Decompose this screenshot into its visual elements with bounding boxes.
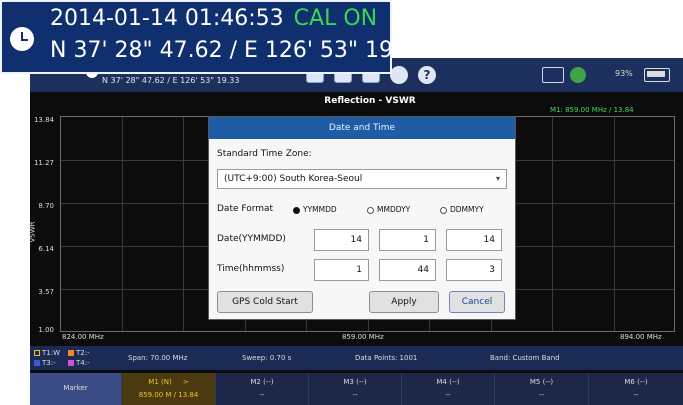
trace-t3-label: T3:- xyxy=(42,359,56,367)
format-yymmdd-label: YYMMDD xyxy=(303,205,337,214)
m4-softkey[interactable]: M4 (--) -- xyxy=(402,373,495,405)
m4-softkey-label: M4 (--) xyxy=(436,378,460,386)
y-tick-label: 11.27 xyxy=(33,159,54,167)
band-readout: Band: Custom Band xyxy=(490,354,560,362)
trace-t2-swatch xyxy=(68,350,74,356)
m1-arrow-icon: > xyxy=(182,378,189,386)
softkey-bar: Marker M1 (N) > 859.00 M / 13.84 M2 (--)… xyxy=(30,373,683,405)
x-tick-label: 894.00 MHz xyxy=(620,333,662,341)
trace-t4[interactable]: T4:- xyxy=(68,359,90,367)
m1-softkey-value: 859.00 M / 13.84 xyxy=(138,391,199,399)
trace-t1-swatch xyxy=(34,350,40,356)
sweep-readout: Sweep: 0.70 s xyxy=(242,354,292,362)
timezone-label: Standard Time Zone: xyxy=(217,149,312,159)
date-time-dialog: Date and Time Standard Time Zone: (UTC+9… xyxy=(208,116,516,320)
trace-t2-label: T2:- xyxy=(76,349,90,357)
date-format-label: Date Format xyxy=(217,204,274,214)
marker-readout: M1: 859.00 MHz / 13.84 xyxy=(550,106,634,114)
datetime-line: 2014-01-14 01:46:53 CAL ON xyxy=(50,6,377,31)
format-mmddyy-label: MMDDYY xyxy=(377,205,411,214)
cancel-button[interactable]: Cancel xyxy=(449,291,505,313)
grid-line xyxy=(183,117,184,331)
m5-softkey-label: M5 (--) xyxy=(529,378,554,386)
m6-softkey-label: M6 (--) xyxy=(624,378,648,386)
cal-status: CAL ON xyxy=(293,6,378,31)
y-tick-label: 1.00 xyxy=(38,326,54,334)
network-icon xyxy=(542,67,564,83)
m3-softkey-label: M3 (--) xyxy=(343,378,367,386)
data-points-readout: Data Points: 1001 xyxy=(355,354,418,362)
format-radio-mmddyy[interactable]: MMDDYY xyxy=(367,205,410,214)
timezone-select[interactable]: (UTC+9:00) South Korea-Seoul ▾ xyxy=(217,169,507,189)
timezone-value: (UTC+9:00) South Korea-Seoul xyxy=(224,174,363,184)
y-tick-label: 6.14 xyxy=(38,245,54,253)
m1-softkey-label: M1 (N) > xyxy=(122,378,215,386)
chart-title: Reflection - VSWR xyxy=(324,96,416,106)
format-radio-yymmdd[interactable]: YYMMDD xyxy=(293,205,337,214)
status-callout: 2014-01-14 01:46:53 CAL ON N 37' 28" 47.6… xyxy=(0,0,428,74)
format-radio-ddmmyy[interactable]: DDMMYY xyxy=(440,205,484,214)
grid-line xyxy=(552,117,553,331)
datetime-text: 2014-01-14 01:46:53 xyxy=(50,6,284,31)
marker-softkey-label: Marker xyxy=(63,384,88,392)
trace-t3[interactable]: T3:- xyxy=(34,359,56,367)
trace-t3-swatch xyxy=(34,360,40,366)
m4-softkey-value: -- xyxy=(445,391,451,399)
radio-icon xyxy=(440,206,447,214)
apply-button[interactable]: Apply xyxy=(369,291,439,313)
radio-icon xyxy=(367,206,374,214)
m6-softkey-value: -- xyxy=(633,391,639,399)
battery-icon xyxy=(644,68,670,82)
m5-softkey[interactable]: M5 (--) -- xyxy=(495,373,589,405)
time-minute-field[interactable]: 44 xyxy=(379,259,436,281)
info-bar: T1:W T2:- T3:- T4:- Span: 70.00 MHz Swee… xyxy=(30,346,683,370)
battery-percent: 93% xyxy=(615,69,633,78)
gps-cold-start-button[interactable]: GPS Cold Start xyxy=(217,291,313,313)
y-axis-label: VSWR xyxy=(28,221,37,243)
trace-t1-label: T1:W xyxy=(42,349,61,357)
m2-softkey-value: -- xyxy=(259,391,265,399)
radio-selected-icon xyxy=(293,206,300,214)
grid-line xyxy=(614,117,615,331)
date-label: Date(YYMMDD) xyxy=(217,234,286,244)
y-tick-label: 3.57 xyxy=(38,288,54,296)
time-second-field[interactable]: 3 xyxy=(446,259,502,281)
m6-softkey[interactable]: M6 (--) -- xyxy=(589,373,683,405)
y-tick-label: 8.70 xyxy=(38,202,54,210)
m2-softkey-label: M2 (--) xyxy=(250,378,274,386)
gps-coordinates: N 37' 28" 47.62 / E 126' 53" 19.33 xyxy=(50,38,428,63)
settings-icon[interactable] xyxy=(390,66,408,84)
trace-t4-swatch xyxy=(68,360,74,366)
grid-line xyxy=(122,117,123,331)
trace-t2[interactable]: T2:- xyxy=(68,349,90,357)
date-day-field[interactable]: 14 xyxy=(446,229,502,251)
trace-t1[interactable]: T1:W xyxy=(34,349,60,357)
date-format-group: Date Format YYMMDD MMDDYY DDMMYY xyxy=(217,204,484,214)
m1-softkey[interactable]: M1 (N) > 859.00 M / 13.84 xyxy=(122,373,216,405)
m3-softkey-value: -- xyxy=(352,391,358,399)
gps-status-text: N 37' 28" 47.62 / E 126' 53" 19.33 xyxy=(102,76,240,85)
x-tick-label: 859.00 MHz xyxy=(342,333,384,341)
marker-softkey[interactable]: Marker xyxy=(30,373,122,405)
format-ddmmyy-label: DDMMYY xyxy=(450,205,484,214)
span-readout: Span: 70.00 MHz xyxy=(128,354,188,362)
date-month-field[interactable]: 1 xyxy=(379,229,436,251)
time-hour-field[interactable]: 1 xyxy=(314,259,369,281)
chevron-down-icon: ▾ xyxy=(495,174,500,183)
wifi-icon xyxy=(570,67,586,83)
date-year-field[interactable]: 14 xyxy=(314,229,369,251)
m1-label-text: M1 (N) xyxy=(148,378,172,386)
x-tick-label: 824.00 MHz xyxy=(62,333,104,341)
dialog-title: Date and Time xyxy=(209,117,515,139)
help-icon[interactable]: ? xyxy=(418,66,436,84)
time-label: Time(hhmmss) xyxy=(217,264,285,274)
m5-softkey-value: -- xyxy=(538,391,545,399)
y-tick-label: 13.84 xyxy=(33,116,54,124)
m3-softkey[interactable]: M3 (--) -- xyxy=(309,373,402,405)
clock-icon xyxy=(10,27,34,51)
trace-t4-label: T4:- xyxy=(76,359,90,367)
m2-softkey[interactable]: M2 (--) -- xyxy=(216,373,309,405)
